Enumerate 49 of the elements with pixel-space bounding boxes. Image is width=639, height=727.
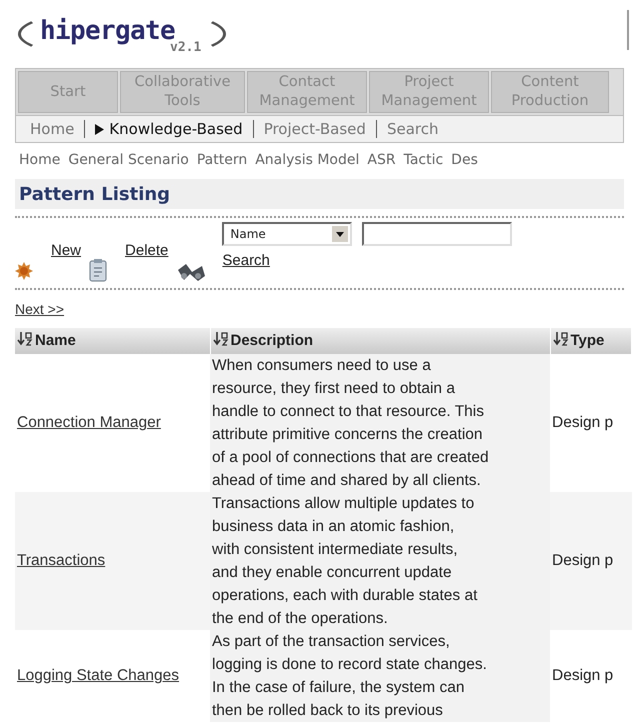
search-by-dropdown[interactable]: Name: [222, 222, 352, 246]
description-line: ahead of time and shared by all clients.: [212, 471, 482, 491]
new-link[interactable]: New: [51, 240, 82, 262]
section-link[interactable]: Tactic: [404, 150, 444, 170]
description-line: resource, they first need to obtain a: [212, 379, 456, 399]
sort-icon: [552, 332, 568, 346]
section-link[interactable]: Des: [451, 150, 478, 170]
column-header[interactable]: Description: [210, 328, 550, 354]
subnav-link[interactable]: Project-Based: [264, 118, 366, 140]
description-line: business data in an atomic fashion,: [212, 517, 456, 537]
search-field[interactable]: [362, 222, 512, 246]
clipboard-icon: [89, 258, 108, 282]
name-link[interactable]: Connection Manager: [17, 414, 161, 432]
subnav-link[interactable]: Knowledge-Based: [95, 118, 243, 140]
sort-icon: [212, 332, 228, 346]
description-line: then be rolled back to its previous: [212, 701, 444, 721]
section-link[interactable]: ASR: [367, 150, 396, 170]
next-link[interactable]: Next >>: [15, 301, 64, 317]
triangle-icon: [95, 124, 104, 134]
section-link[interactable]: Pattern: [196, 150, 248, 170]
description-line: handle to connect to that resource. This: [212, 402, 485, 422]
description-line: As part of the transaction services,: [212, 632, 451, 652]
description-line: with consistent intermediate results,: [212, 540, 459, 560]
description-line: the end of the operations.: [212, 609, 389, 629]
description-line: attribute primitive concerns the creation: [212, 425, 484, 445]
description-line: Transactions allow multiple updates to: [212, 494, 476, 514]
description-line: logging is done to record state changes.: [212, 655, 488, 675]
section-link[interactable]: Home: [19, 150, 60, 170]
name-link[interactable]: Logging State Changes: [17, 667, 180, 684]
type-text: Design p: [552, 667, 614, 684]
column-header[interactable]: Type: [550, 328, 632, 354]
type-text: Design p: [552, 552, 614, 570]
description-line: When consumers need to use a: [212, 356, 432, 376]
description-line: and they enable concurrent update: [212, 563, 453, 583]
section-link[interactable]: Analysis Model: [255, 150, 360, 170]
subnav-link[interactable]: Home: [30, 118, 74, 140]
description-line: of a pool of connections that are created: [212, 448, 490, 468]
delete-link[interactable]: Delete: [125, 240, 168, 262]
gear-icon: [15, 262, 33, 280]
search-link[interactable]: Search: [222, 250, 512, 272]
page-title: Pattern Listing: [19, 182, 170, 206]
description-line: operations, each with durable states at: [212, 586, 478, 606]
section-link[interactable]: General Scenario: [68, 150, 189, 170]
name-link[interactable]: Transactions: [17, 552, 106, 570]
sort-icon: [17, 332, 33, 346]
type-text: Design p: [552, 414, 614, 432]
column-header[interactable]: Name: [15, 328, 210, 354]
description-line: In the case of failure, the system can: [212, 678, 466, 698]
subnav-link[interactable]: Search: [386, 118, 438, 140]
